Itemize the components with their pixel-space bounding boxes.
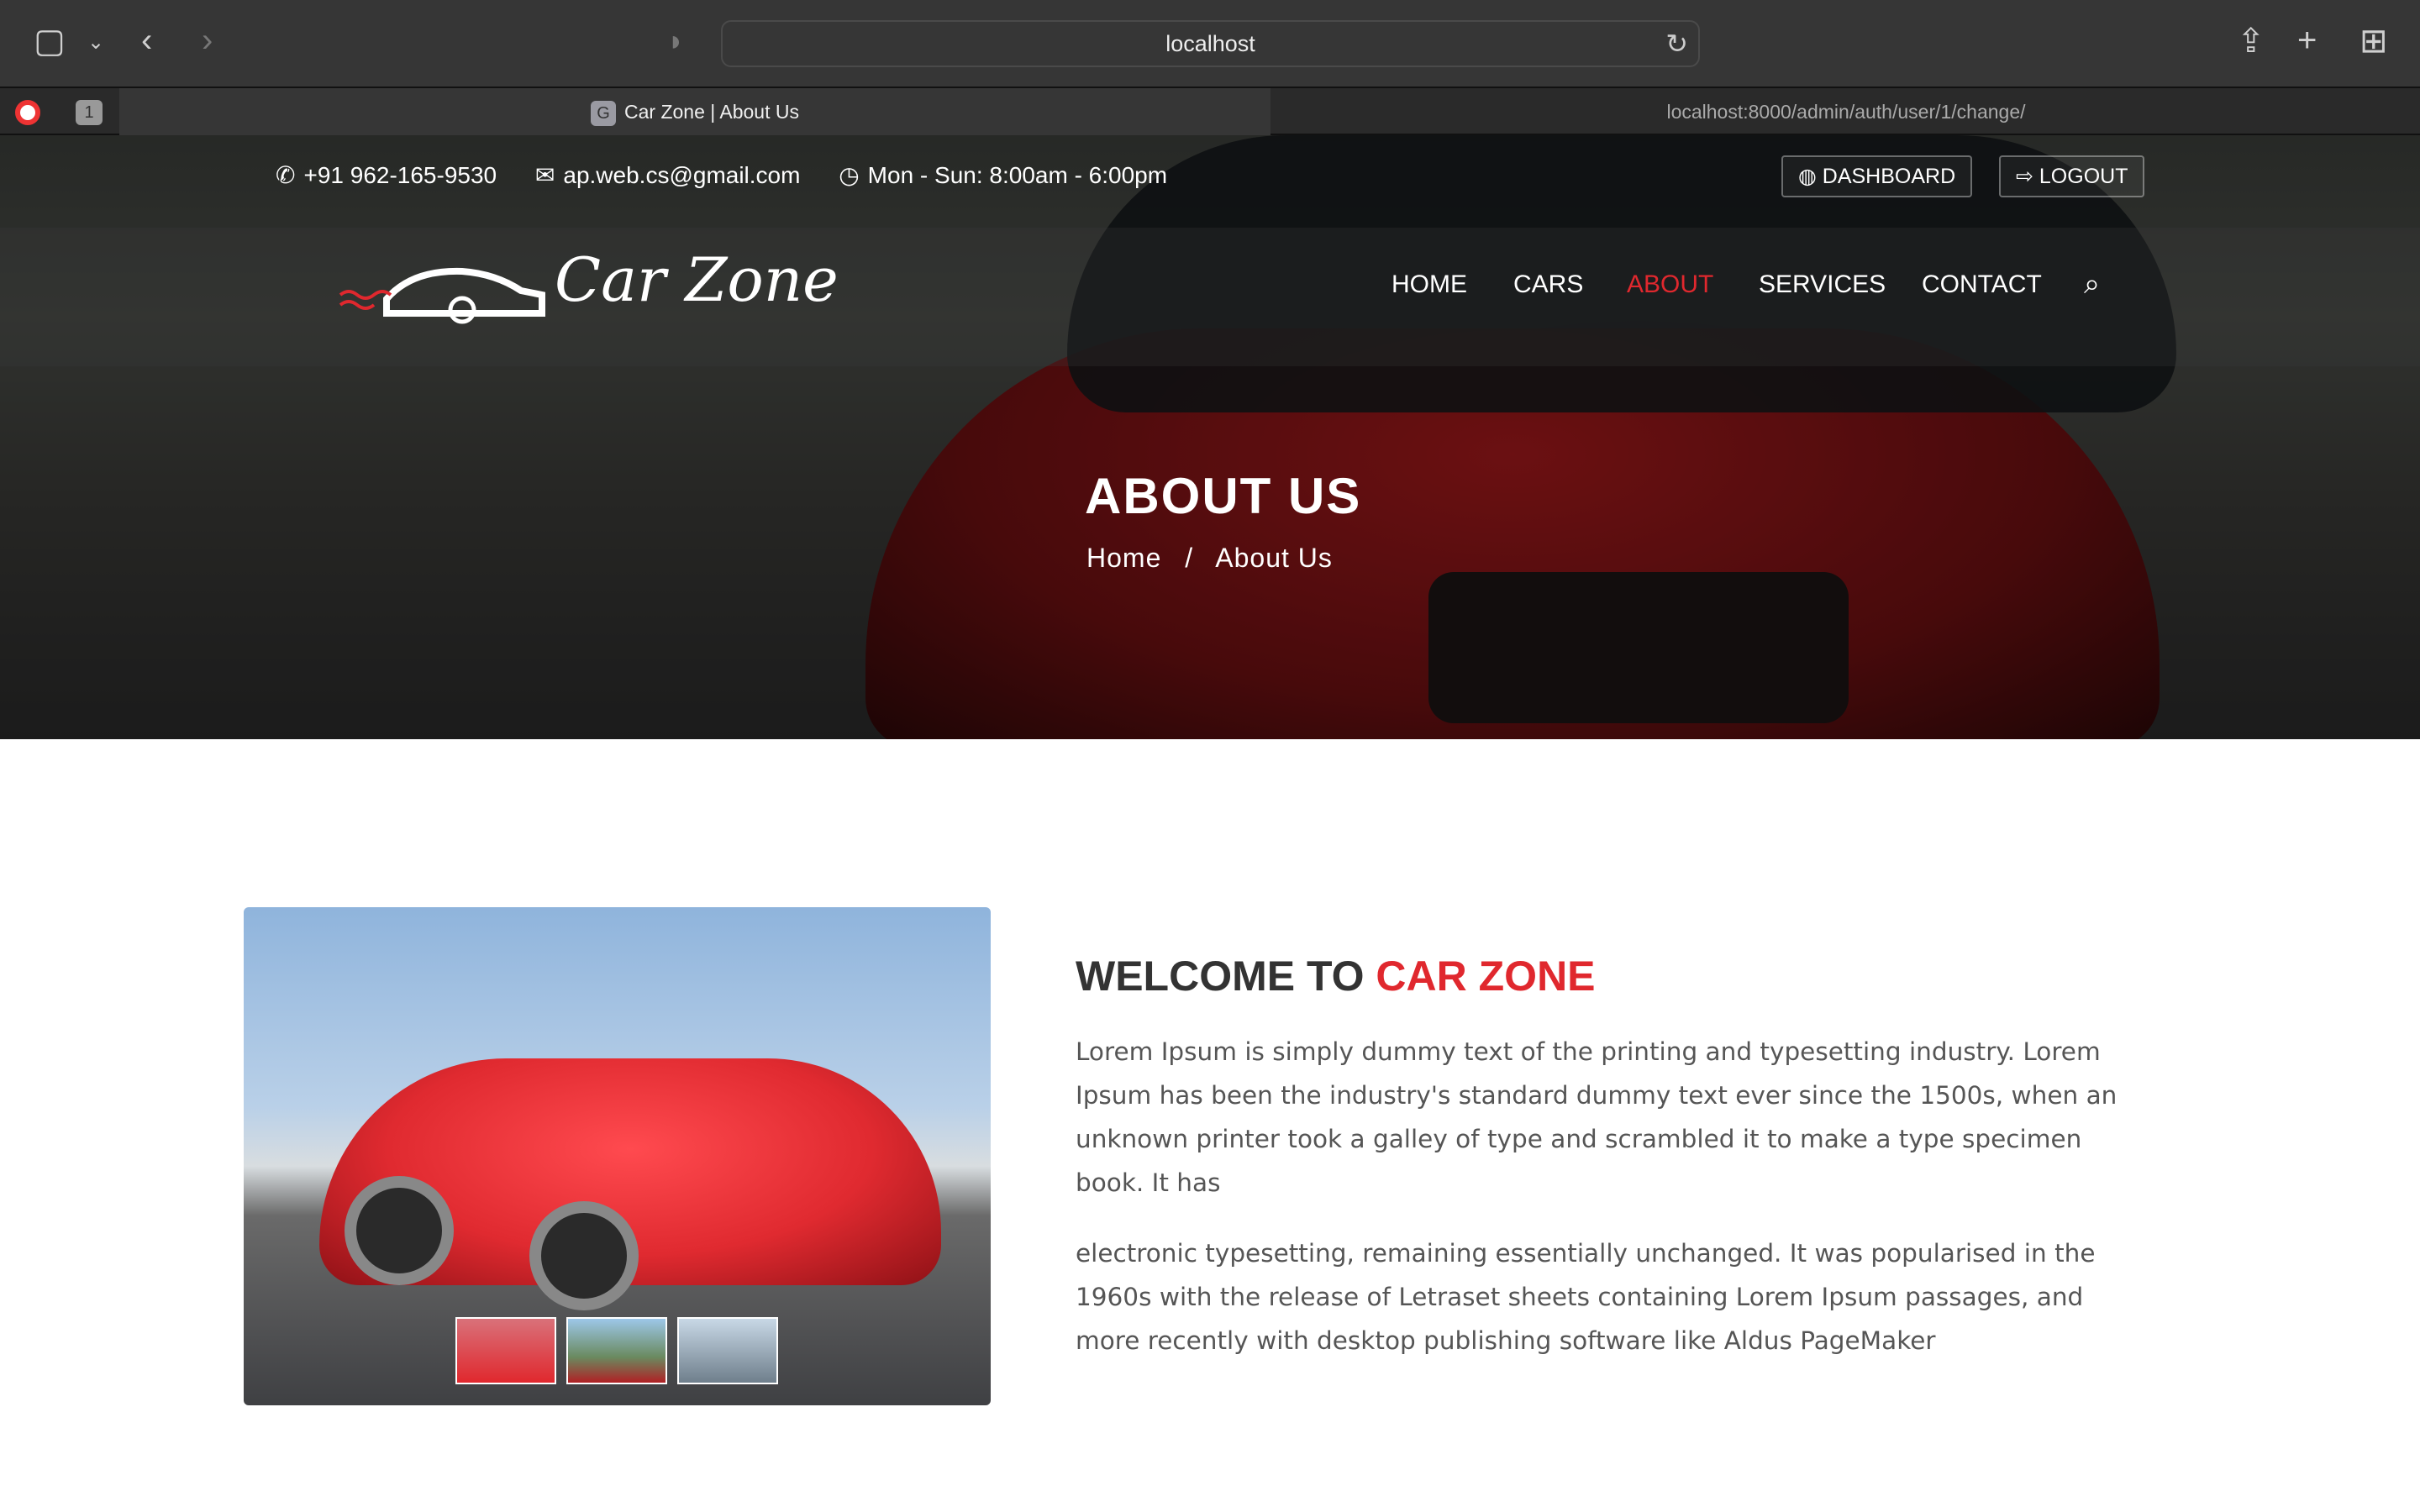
shield-icon: ◗ [667, 25, 685, 57]
tab-inactive[interactable]: localhost:8000/admin/auth/user/1/change/ [1272, 88, 2420, 135]
logout-label: LOGOUT [2039, 165, 2128, 188]
heading-brand: CAR ZONE [1376, 953, 1596, 1000]
email-link[interactable]: ap.web.cs@gmail.com [563, 162, 800, 188]
search-icon[interactable]: ⌕ [2084, 268, 2100, 301]
about-paragraph-1: Lorem Ipsum is simply dummy text of the … [1076, 1037, 2118, 1197]
logo[interactable]: Car Zone [336, 244, 840, 337]
about-paragraph-2: electronic typesetting, remaining essent… [1076, 1239, 2096, 1355]
envelope-icon: ✉ [534, 162, 555, 188]
phone-text: +91 962-165-9530 [303, 162, 497, 188]
car-wheel [345, 1176, 454, 1285]
nav-contact[interactable]: CONTACT [1922, 270, 2042, 299]
browser-toolbar: ▢ ⌄ ‹ › ◗ localhost ↻ ⇪ + ⊞ [0, 0, 2420, 87]
nav-about[interactable]: ABOUT [1627, 270, 1713, 299]
logo-text: Car Zone [555, 244, 839, 315]
forward-icon[interactable]: › [202, 22, 213, 60]
new-tab-icon[interactable]: + [2297, 22, 2317, 60]
dashboard-button[interactable]: ◍ DASHBOARD [1781, 155, 1973, 197]
gallery-thumb[interactable] [677, 1317, 778, 1384]
car-wheel [529, 1201, 639, 1310]
favicon-icon: G [591, 100, 617, 126]
tab-overview-icon[interactable]: ⊞ [2360, 22, 2388, 60]
hours-text: Mon - Sun: 8:00am - 6:00pm [867, 162, 1168, 188]
phone-icon: ✆ [276, 162, 296, 188]
gallery-thumb[interactable] [455, 1317, 556, 1384]
hero-banner: ✆ +91 962-165-9530 ✉ ap.web.cs@gmail.com ◷… [0, 135, 2420, 739]
heading-prefix: WELCOME TO [1076, 953, 1365, 1000]
back-icon[interactable]: ‹ [141, 22, 152, 60]
dashboard-icon: ◍ [1798, 165, 1823, 188]
tab-bar: 1 G Car Zone | About Us localhost:8000/ad… [0, 87, 2420, 135]
breadcrumb-current: About Us [1215, 543, 1333, 573]
breadcrumb-home[interactable]: Home [1086, 543, 1161, 573]
nav-home[interactable]: HOME [1392, 270, 1467, 299]
pinned-tab-count[interactable]: 1 [76, 100, 103, 125]
share-icon[interactable]: ⇪ [2237, 22, 2265, 60]
chevron-down-icon[interactable]: ⌄ [87, 30, 104, 55]
url-text: localhost [1165, 31, 1255, 56]
logout-button[interactable]: ⇨ LOGOUT [1999, 155, 2145, 197]
breadcrumb: Home / About Us [1086, 543, 1333, 574]
reload-icon[interactable]: ↻ [1665, 22, 1688, 66]
tab-active[interactable]: G Car Zone | About Us [119, 88, 1270, 135]
nav-cars[interactable]: CARS [1513, 270, 1583, 299]
logo-car-icon [339, 267, 545, 324]
sidebar-toggle-icon[interactable]: ▢ [34, 22, 66, 60]
pinned-tab-icon[interactable] [15, 100, 40, 125]
top-contact-info: ✆ +91 962-165-9530 ✉ ap.web.cs@gmail.com ◷… [276, 161, 1176, 189]
address-bar[interactable]: localhost ↻ [721, 20, 1700, 67]
tab-label: Car Zone | About Us [624, 101, 799, 123]
about-image-gallery [244, 907, 991, 1405]
page-title: ABOUT US [1085, 468, 1362, 524]
hero-overlay [0, 135, 2420, 739]
nav-services[interactable]: SERVICES [1759, 270, 1886, 299]
about-heading: WELCOME TO CAR ZONE [1076, 952, 1596, 1000]
gallery-thumb[interactable] [566, 1317, 667, 1384]
dashboard-label: DASHBOARD [1822, 165, 1956, 188]
logout-icon: ⇨ [2016, 165, 2039, 188]
clock-icon: ◷ [839, 162, 860, 188]
breadcrumb-separator: / [1185, 543, 1194, 573]
